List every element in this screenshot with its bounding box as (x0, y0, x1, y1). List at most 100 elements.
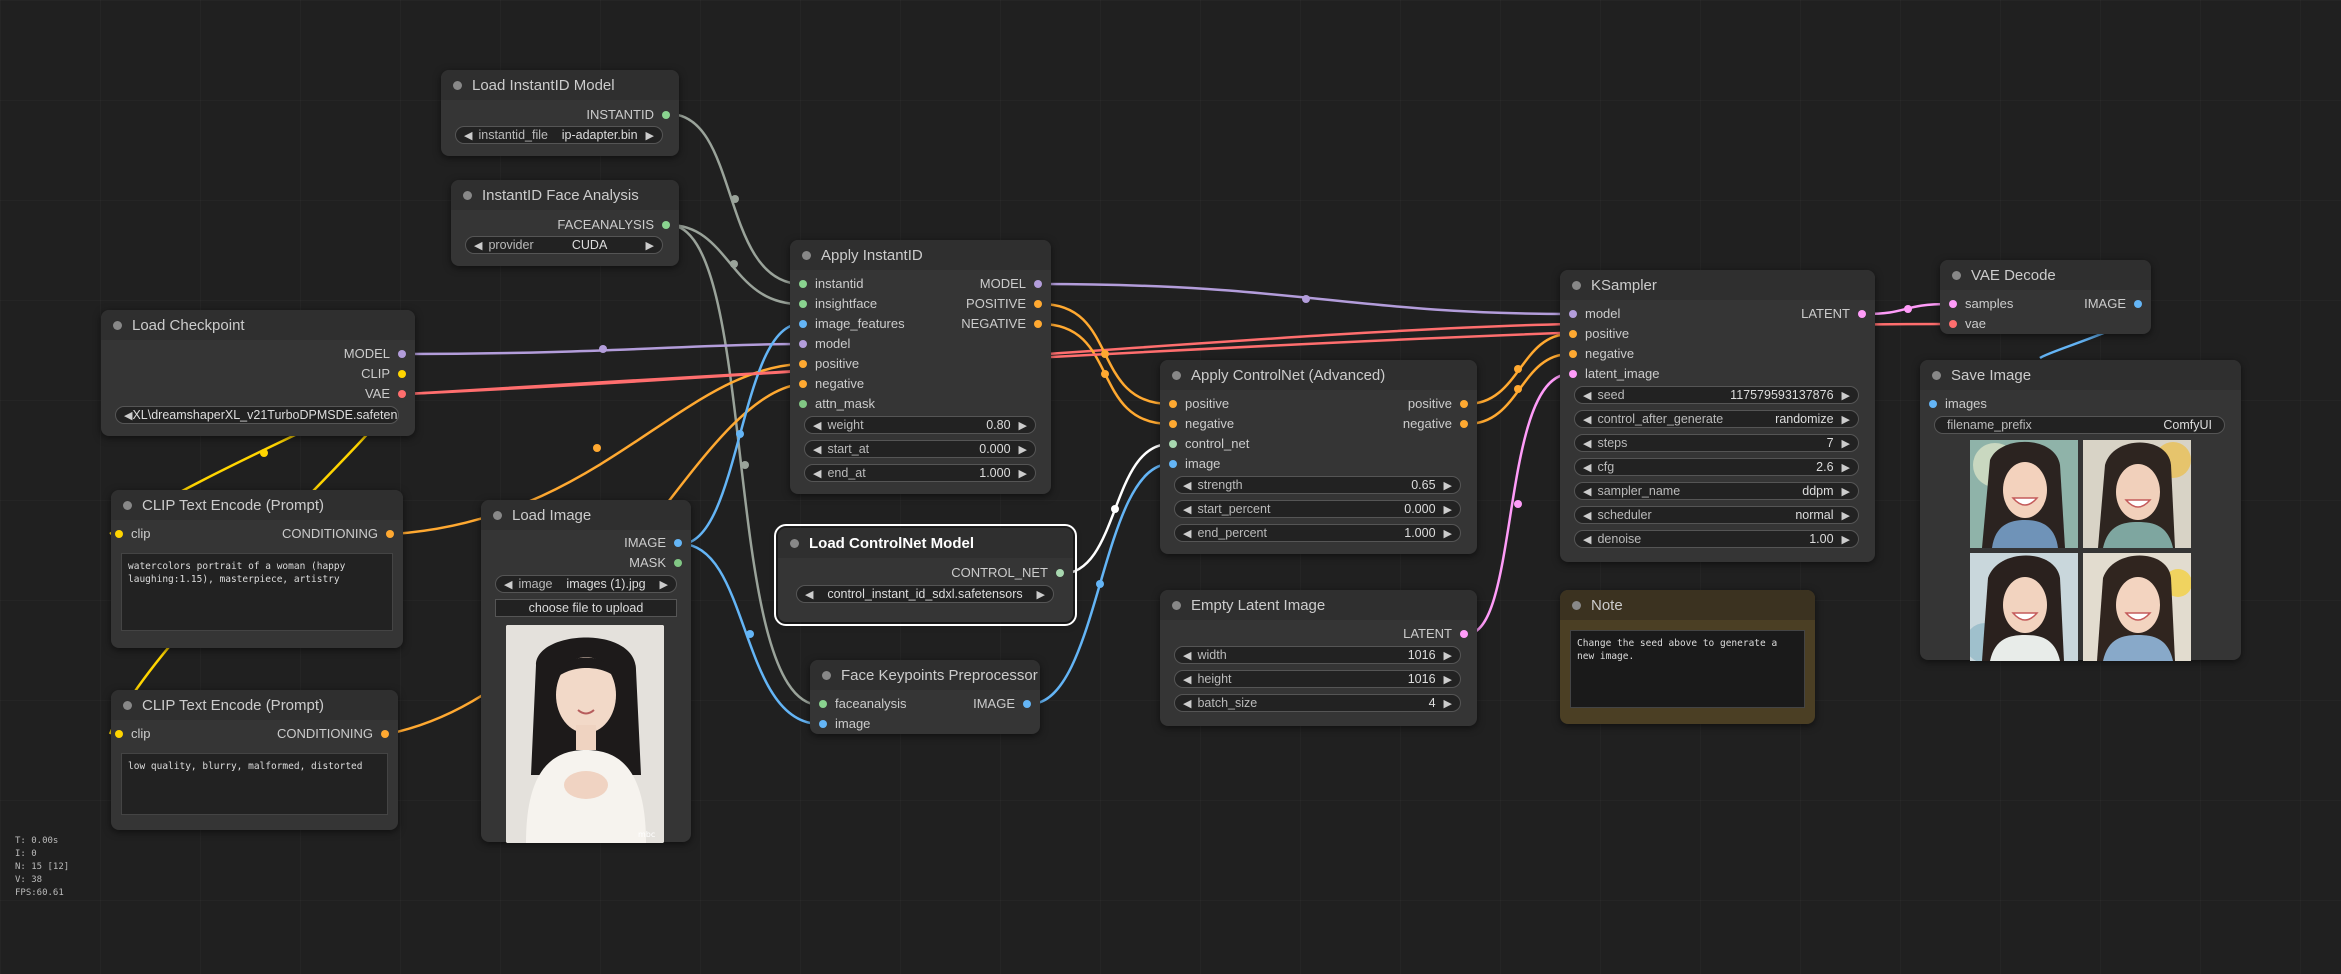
arrow-right-icon[interactable]: ▶ (1842, 485, 1850, 498)
batch-size-stepper[interactable]: ◀ batch_size 4 ▶ (1174, 694, 1461, 712)
output-image[interactable]: IMAGE (973, 695, 1031, 713)
arrow-left-icon[interactable]: ◀ (813, 419, 821, 432)
node-load-controlnet-model[interactable]: Load ControlNet Model CONTROL_NET ◀ contr… (774, 524, 1077, 626)
input-faceanalysis[interactable]: faceanalysis (819, 695, 907, 713)
sampler-name-combo[interactable]: ◀ sampler_name ddpm ▶ (1574, 482, 1859, 500)
arrow-left-icon[interactable]: ◀ (464, 129, 472, 142)
input-clip[interactable]: clip (115, 525, 151, 543)
input-model[interactable]: model (799, 335, 850, 353)
arrow-right-icon[interactable]: ▶ (1842, 461, 1850, 474)
input-slot[interactable] (1169, 400, 1177, 408)
start-percent-slider[interactable]: ◀ start_percent 0.000 ▶ (1174, 500, 1461, 518)
output-slot[interactable] (1034, 320, 1042, 328)
end-at-slider[interactable]: ◀ end_at 1.000 ▶ (804, 464, 1036, 482)
prompt-textarea[interactable]: watercolors portrait of a woman (happy l… (121, 553, 393, 631)
arrow-right-icon[interactable]: ▶ (1444, 479, 1452, 492)
input-model[interactable]: model (1569, 305, 1620, 323)
width-stepper[interactable]: ◀ width 1016 ▶ (1174, 646, 1461, 664)
arrow-right-icon[interactable]: ▶ (646, 239, 654, 252)
input-slot[interactable] (799, 300, 807, 308)
input-clip[interactable]: clip (115, 725, 151, 743)
collapse-dot[interactable] (790, 538, 799, 548)
control-net-combo[interactable]: ◀ control_instant_id_sdxl.safetensors ▶ (796, 585, 1054, 603)
node-empty-latent-image[interactable]: Empty Latent Image LATENT ◀ width 1016 ▶ ◀ h… (1160, 590, 1477, 726)
input-positive[interactable]: positive (1569, 325, 1629, 343)
ckpt-name-combo[interactable]: ◀ XL\dreamshaperXL_v21TurboDPMSDE.safeten… (115, 406, 399, 424)
output-slot[interactable] (1023, 700, 1031, 708)
arrow-right-icon[interactable]: ▶ (1842, 437, 1850, 450)
arrow-right-icon[interactable]: ▶ (1444, 697, 1452, 710)
start-at-slider[interactable]: ◀ start_at 0.000 ▶ (804, 440, 1036, 458)
arrow-right-icon[interactable]: ▶ (1842, 413, 1850, 426)
collapse-dot[interactable] (113, 320, 122, 330)
input-slot[interactable] (799, 380, 807, 388)
collapse-dot[interactable] (1952, 270, 1961, 280)
collapse-dot[interactable] (123, 700, 132, 710)
output-slot[interactable] (662, 221, 670, 229)
output-slot[interactable] (674, 539, 682, 547)
output-positive[interactable]: POSITIVE (966, 295, 1042, 313)
output-slot[interactable] (1056, 569, 1064, 577)
collapse-dot[interactable] (453, 80, 462, 90)
input-attn-mask[interactable]: attn_mask (799, 395, 875, 413)
provider-combo[interactable]: ◀ provider CUDA ▶ (465, 236, 663, 254)
seed-stepper[interactable]: ◀ seed 117579593137876 ▶ (1574, 386, 1859, 404)
input-vae[interactable]: vae (1949, 315, 1986, 333)
output-mask[interactable]: MASK (629, 554, 682, 572)
collapse-dot[interactable] (822, 670, 831, 680)
collapse-dot[interactable] (1572, 280, 1581, 290)
output-instantid[interactable]: INSTANTID (586, 106, 670, 124)
input-samples[interactable]: samples (1949, 295, 2013, 313)
output-slot[interactable] (1460, 630, 1468, 638)
node-apply-instantid[interactable]: Apply InstantID instantid insightface im… (790, 240, 1051, 494)
collapse-dot[interactable] (802, 250, 811, 260)
output-negative[interactable]: NEGATIVE (961, 315, 1042, 333)
output-slot[interactable] (386, 530, 394, 538)
arrow-right-icon[interactable]: ▶ (1842, 509, 1850, 522)
instantid-file-combo[interactable]: ◀ instantid_file ip-adapter.bin ▶ (455, 126, 663, 144)
input-slot[interactable] (115, 730, 123, 738)
input-insightface[interactable]: insightface (799, 295, 877, 313)
end-percent-slider[interactable]: ◀ end_percent 1.000 ▶ (1174, 524, 1461, 542)
input-images[interactable]: images (1929, 395, 1987, 413)
input-slot[interactable] (819, 700, 827, 708)
input-slot[interactable] (799, 340, 807, 348)
output-vae[interactable]: VAE (365, 385, 406, 403)
input-latent-image[interactable]: latent_image (1569, 365, 1659, 383)
input-slot[interactable] (1169, 460, 1177, 468)
cfg-stepper[interactable]: ◀ cfg 2.6 ▶ (1574, 458, 1859, 476)
output-positive[interactable]: positive (1408, 395, 1468, 413)
arrow-left-icon[interactable]: ◀ (805, 588, 813, 601)
input-slot[interactable] (799, 280, 807, 288)
input-slot[interactable] (1569, 350, 1577, 358)
arrow-left-icon[interactable]: ◀ (474, 239, 482, 252)
arrow-left-icon[interactable]: ◀ (1583, 533, 1591, 546)
arrow-right-icon[interactable]: ▶ (1444, 527, 1452, 540)
choose-file-button[interactable]: choose file to upload (495, 599, 677, 617)
collapse-dot[interactable] (1172, 370, 1181, 380)
input-slot[interactable] (799, 400, 807, 408)
input-negative[interactable]: negative (1169, 415, 1234, 433)
arrow-left-icon[interactable]: ◀ (1183, 527, 1191, 540)
input-slot[interactable] (1569, 330, 1577, 338)
output-conditioning[interactable]: CONDITIONING (277, 725, 389, 743)
output-slot[interactable] (1460, 400, 1468, 408)
output-model[interactable]: MODEL (344, 345, 406, 363)
arrow-left-icon[interactable]: ◀ (1183, 479, 1191, 492)
input-negative[interactable]: negative (1569, 345, 1634, 363)
collapse-dot[interactable] (1572, 600, 1581, 610)
arrow-right-icon[interactable]: ▶ (1444, 673, 1452, 686)
input-slot[interactable] (1169, 440, 1177, 448)
output-thumbnail[interactable] (2083, 440, 2191, 548)
arrow-right-icon[interactable]: ▶ (1444, 649, 1452, 662)
arrow-left-icon[interactable]: ◀ (1183, 503, 1191, 516)
arrow-left-icon[interactable]: ◀ (1583, 437, 1591, 450)
output-slot[interactable] (398, 370, 406, 378)
output-slot[interactable] (381, 730, 389, 738)
arrow-left-icon[interactable]: ◀ (504, 578, 512, 591)
note-textarea[interactable]: Change the seed above to generate a new … (1570, 630, 1805, 708)
arrow-left-icon[interactable]: ◀ (1583, 461, 1591, 474)
arrow-right-icon[interactable]: ▶ (1019, 443, 1027, 456)
output-thumbnail[interactable] (2083, 553, 2191, 661)
height-stepper[interactable]: ◀ height 1016 ▶ (1174, 670, 1461, 688)
